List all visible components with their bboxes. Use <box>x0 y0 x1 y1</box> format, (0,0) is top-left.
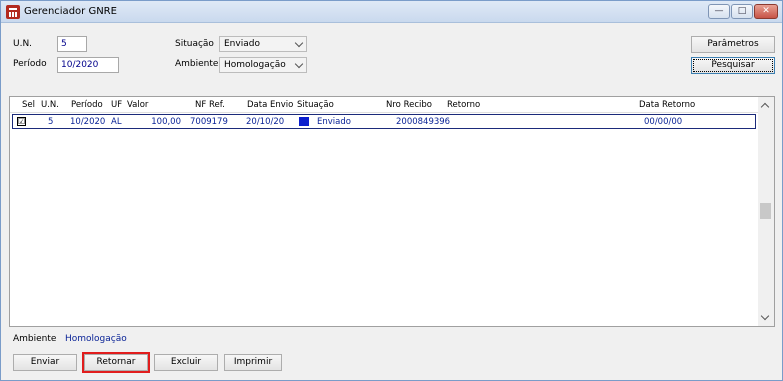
cell-periodo: 10/2020 <box>70 117 106 127</box>
status-swatch <box>299 117 309 126</box>
excluir-button[interactable]: Excluir <box>154 354 218 371</box>
column-header-periodo[interactable]: Período <box>71 100 103 110</box>
column-header-data-envio[interactable]: Data Envio <box>247 100 293 110</box>
cell-data-retorno: 00/00/00 <box>644 117 683 127</box>
column-header-retorno[interactable]: Retorno <box>447 100 480 110</box>
minimize-button[interactable]: — <box>708 4 730 19</box>
column-header-data-retorno[interactable]: Data Retorno <box>639 100 695 110</box>
column-header-uf[interactable]: UF <box>111 100 122 110</box>
table-row[interactable]: ☑ 5 10/2020 AL 100,00 7009179 20/10/20 E… <box>12 114 756 129</box>
periodo-label: Período <box>13 59 47 69</box>
column-header-situacao[interactable]: Situação <box>297 100 334 110</box>
cell-uf: AL <box>111 117 122 127</box>
window-title: Gerenciador GNRE <box>24 6 117 17</box>
cell-nf-ref: 7009179 <box>190 117 228 127</box>
column-header-nro-recibo[interactable]: Nro Recibo <box>386 100 432 110</box>
column-header-nf-ref[interactable]: NF Ref. <box>195 100 225 110</box>
un-input[interactable]: 5 <box>57 36 87 52</box>
imprimir-button[interactable]: Imprimir <box>224 354 282 371</box>
chevron-down-icon <box>294 59 304 69</box>
vertical-scrollbar[interactable] <box>758 97 774 326</box>
enviar-button[interactable]: Enviar <box>13 354 77 371</box>
cell-un: 5 <box>48 117 54 127</box>
situacao-select[interactable]: Enviado <box>219 36 307 52</box>
cell-situacao: Enviado <box>317 117 351 127</box>
chevron-down-icon <box>294 38 304 48</box>
table-header: Sel U.N. Período UF Valor NF Ref. Data E… <box>10 97 758 113</box>
maximize-button[interactable]: □ <box>731 4 753 19</box>
situacao-label: Situação <box>175 39 214 49</box>
close-button[interactable]: ✕ <box>754 4 778 19</box>
app-logo-icon <box>6 5 20 19</box>
retornar-button[interactable]: Retornar <box>84 354 148 371</box>
column-header-un[interactable]: U.N. <box>41 100 59 110</box>
cell-valor: 100,00 <box>151 117 181 127</box>
cell-data-envio: 20/10/20 <box>246 117 285 127</box>
column-header-valor[interactable]: Valor <box>127 100 148 110</box>
un-label: U.N. <box>13 39 33 49</box>
title-bar: Gerenciador GNRE — □ ✕ <box>1 1 782 23</box>
parametros-button[interactable]: Parâmetros <box>691 36 775 53</box>
pesquisar-button[interactable]: Pesquisar <box>691 57 775 74</box>
footer-ambiente-label: Ambiente <box>13 334 57 344</box>
column-header-sel[interactable]: Sel <box>22 100 35 110</box>
chevron-up-icon[interactable] <box>760 102 770 112</box>
row-select-checkbox[interactable]: ☑ <box>17 117 26 126</box>
situacao-value: Enviado <box>224 39 260 49</box>
periodo-input[interactable]: 10/2020 <box>57 57 119 73</box>
ambiente-select[interactable]: Homologação <box>219 57 307 73</box>
ambiente-label: Ambiente <box>175 59 219 69</box>
chevron-down-icon[interactable] <box>760 311 770 321</box>
cell-nro-recibo: 2000849396 <box>396 117 451 127</box>
gnre-table: Sel U.N. Período UF Valor NF Ref. Data E… <box>9 96 775 327</box>
footer-ambiente-value: Homologação <box>65 334 127 344</box>
scrollbar-thumb[interactable] <box>760 203 771 219</box>
ambiente-value: Homologação <box>224 60 286 70</box>
gnre-manager-window: Gerenciador GNRE — □ ✕ U.N. 5 Período 10… <box>0 0 783 381</box>
